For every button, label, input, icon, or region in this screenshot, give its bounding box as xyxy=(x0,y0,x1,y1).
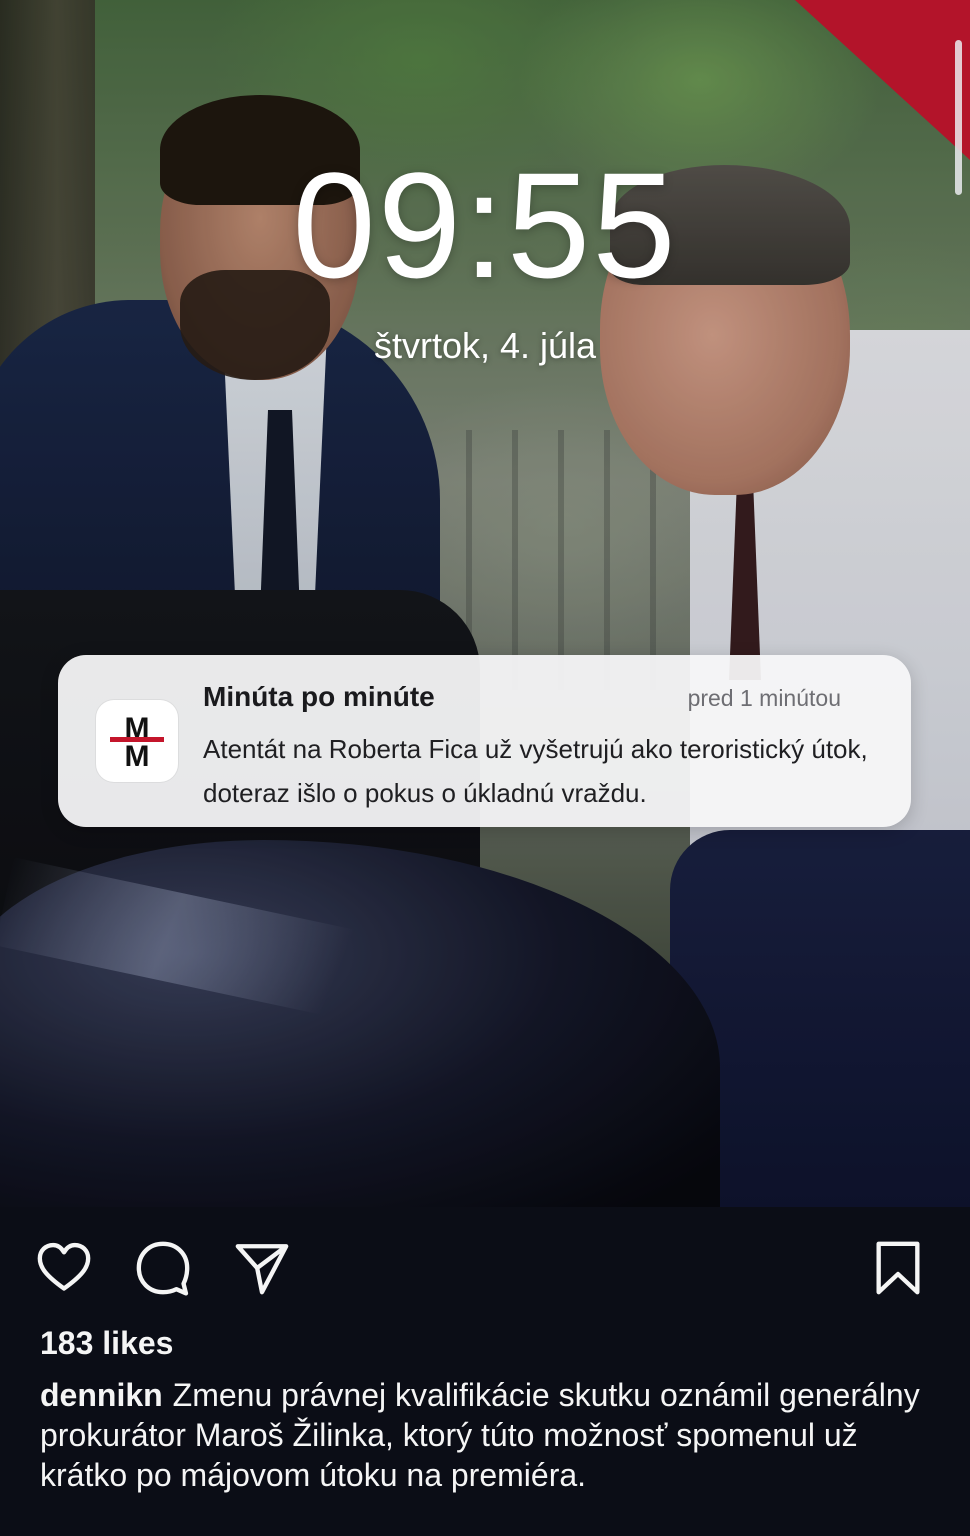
lockscreen-date: štvrtok, 4. júla xyxy=(373,325,597,366)
push-notification[interactable]: M M Minúta po minúte pred 1 minútou Aten… xyxy=(58,655,911,827)
app-icon-letter-bottom: M xyxy=(124,740,150,773)
share-icon xyxy=(235,1244,289,1295)
app-icon-mm: M M xyxy=(96,700,178,782)
save-button[interactable] xyxy=(868,1238,928,1298)
bookmark-icon xyxy=(876,1241,920,1295)
lockscreen-time: 09:55 xyxy=(292,141,678,309)
comment-icon xyxy=(136,1241,190,1296)
caption-username[interactable]: dennikn xyxy=(40,1377,163,1413)
notification-title: Minúta po minúte xyxy=(203,681,435,712)
notification-time: pred 1 minútou xyxy=(687,685,841,711)
share-button[interactable] xyxy=(232,1238,292,1298)
like-button[interactable] xyxy=(34,1238,94,1298)
post-image[interactable]: 09:55 štvrtok, 4. júla M M Minúta po min… xyxy=(0,0,970,1207)
heart-icon xyxy=(37,1242,91,1291)
likes-count[interactable]: 183 likes xyxy=(40,1325,173,1362)
caption-text: Zmenu právnej kvalifikácie skutku oznámi… xyxy=(40,1377,920,1493)
post-caption: dennikn Zmenu právnej kvalifikácie skutku… xyxy=(40,1375,940,1495)
notification-body: Atentát na Roberta Fica už vyšetrujú ako… xyxy=(203,734,868,808)
comment-button[interactable] xyxy=(133,1238,193,1298)
